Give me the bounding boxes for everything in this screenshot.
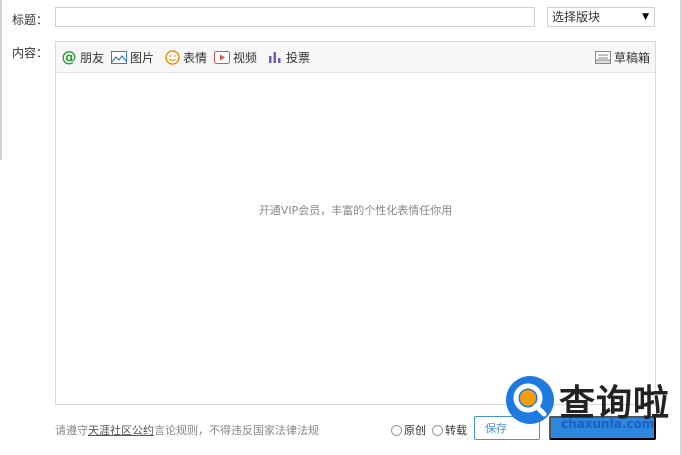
vip-hint-text: 开通VIP会员，丰富的个性化表情任你用 bbox=[258, 204, 453, 217]
title-label: 标题： bbox=[12, 13, 49, 27]
toolbar-image-label: 图片 bbox=[130, 50, 155, 65]
community-rules-link[interactable]: 天涯社区公约 bbox=[88, 424, 154, 437]
original-radio[interactable]: 原创 bbox=[391, 422, 426, 438]
watermark-url: chaxunla.com bbox=[561, 417, 655, 431]
toolbar-drafts-label: 草稿箱 bbox=[614, 50, 651, 65]
radio-circle-icon bbox=[391, 424, 402, 436]
toolbar-vote-button[interactable]: 投票 bbox=[267, 48, 310, 66]
editor-toolbar: @ 朋友 图片 表情 视频 投票 草稿箱 bbox=[56, 42, 655, 73]
toolbar-friends-button[interactable]: @ 朋友 bbox=[61, 48, 105, 66]
image-icon bbox=[111, 49, 127, 65]
video-icon bbox=[214, 49, 230, 65]
board-select-label: 选择版块 bbox=[552, 10, 601, 24]
original-radio-label: 原创 bbox=[404, 424, 426, 437]
note-prefix: 请遵守 bbox=[55, 424, 88, 437]
toolbar-emoji-button[interactable]: 表情 bbox=[164, 48, 207, 66]
watermark: 查询啦 chaxunla.com bbox=[504, 372, 680, 431]
content-editor[interactable]: @ 朋友 图片 表情 视频 投票 草稿箱 开通VIP会员，丰富的个性化表情任你用 bbox=[55, 41, 656, 405]
toolbar-vote-label: 投票 bbox=[286, 50, 311, 65]
magnifier-logo-icon bbox=[506, 376, 554, 424]
toolbar-image-button[interactable]: 图片 bbox=[111, 48, 154, 66]
toolbar-emoji-label: 表情 bbox=[183, 50, 208, 65]
repost-radio[interactable]: 转载 bbox=[432, 422, 467, 438]
drafts-box-icon bbox=[595, 49, 611, 65]
radio-circle-icon bbox=[432, 424, 443, 436]
note-suffix: 言论规则，不得违反国家法律法规 bbox=[154, 424, 319, 437]
dropdown-caret-icon: ▼ bbox=[642, 12, 649, 22]
toolbar-friends-label: 朋友 bbox=[80, 50, 105, 65]
community-rules-note: 请遵守天涯社区公约言论规则，不得违反国家法律法规 bbox=[55, 422, 319, 438]
title-input[interactable] bbox=[55, 7, 535, 27]
content-label: 内容： bbox=[12, 46, 49, 60]
at-icon: @ bbox=[61, 48, 77, 66]
toolbar-video-button[interactable]: 视频 bbox=[214, 48, 257, 66]
board-select[interactable]: 选择版块 ▼ bbox=[547, 7, 655, 27]
smiley-icon bbox=[164, 49, 180, 65]
toolbar-video-label: 视频 bbox=[233, 50, 258, 65]
repost-radio-label: 转载 bbox=[445, 424, 467, 437]
left-edge-rule bbox=[0, 0, 2, 160]
toolbar-drafts-button[interactable]: 草稿箱 bbox=[595, 48, 650, 66]
bar-chart-icon bbox=[267, 49, 283, 65]
editor-body[interactable]: 开通VIP会员，丰富的个性化表情任你用 bbox=[56, 72, 655, 404]
